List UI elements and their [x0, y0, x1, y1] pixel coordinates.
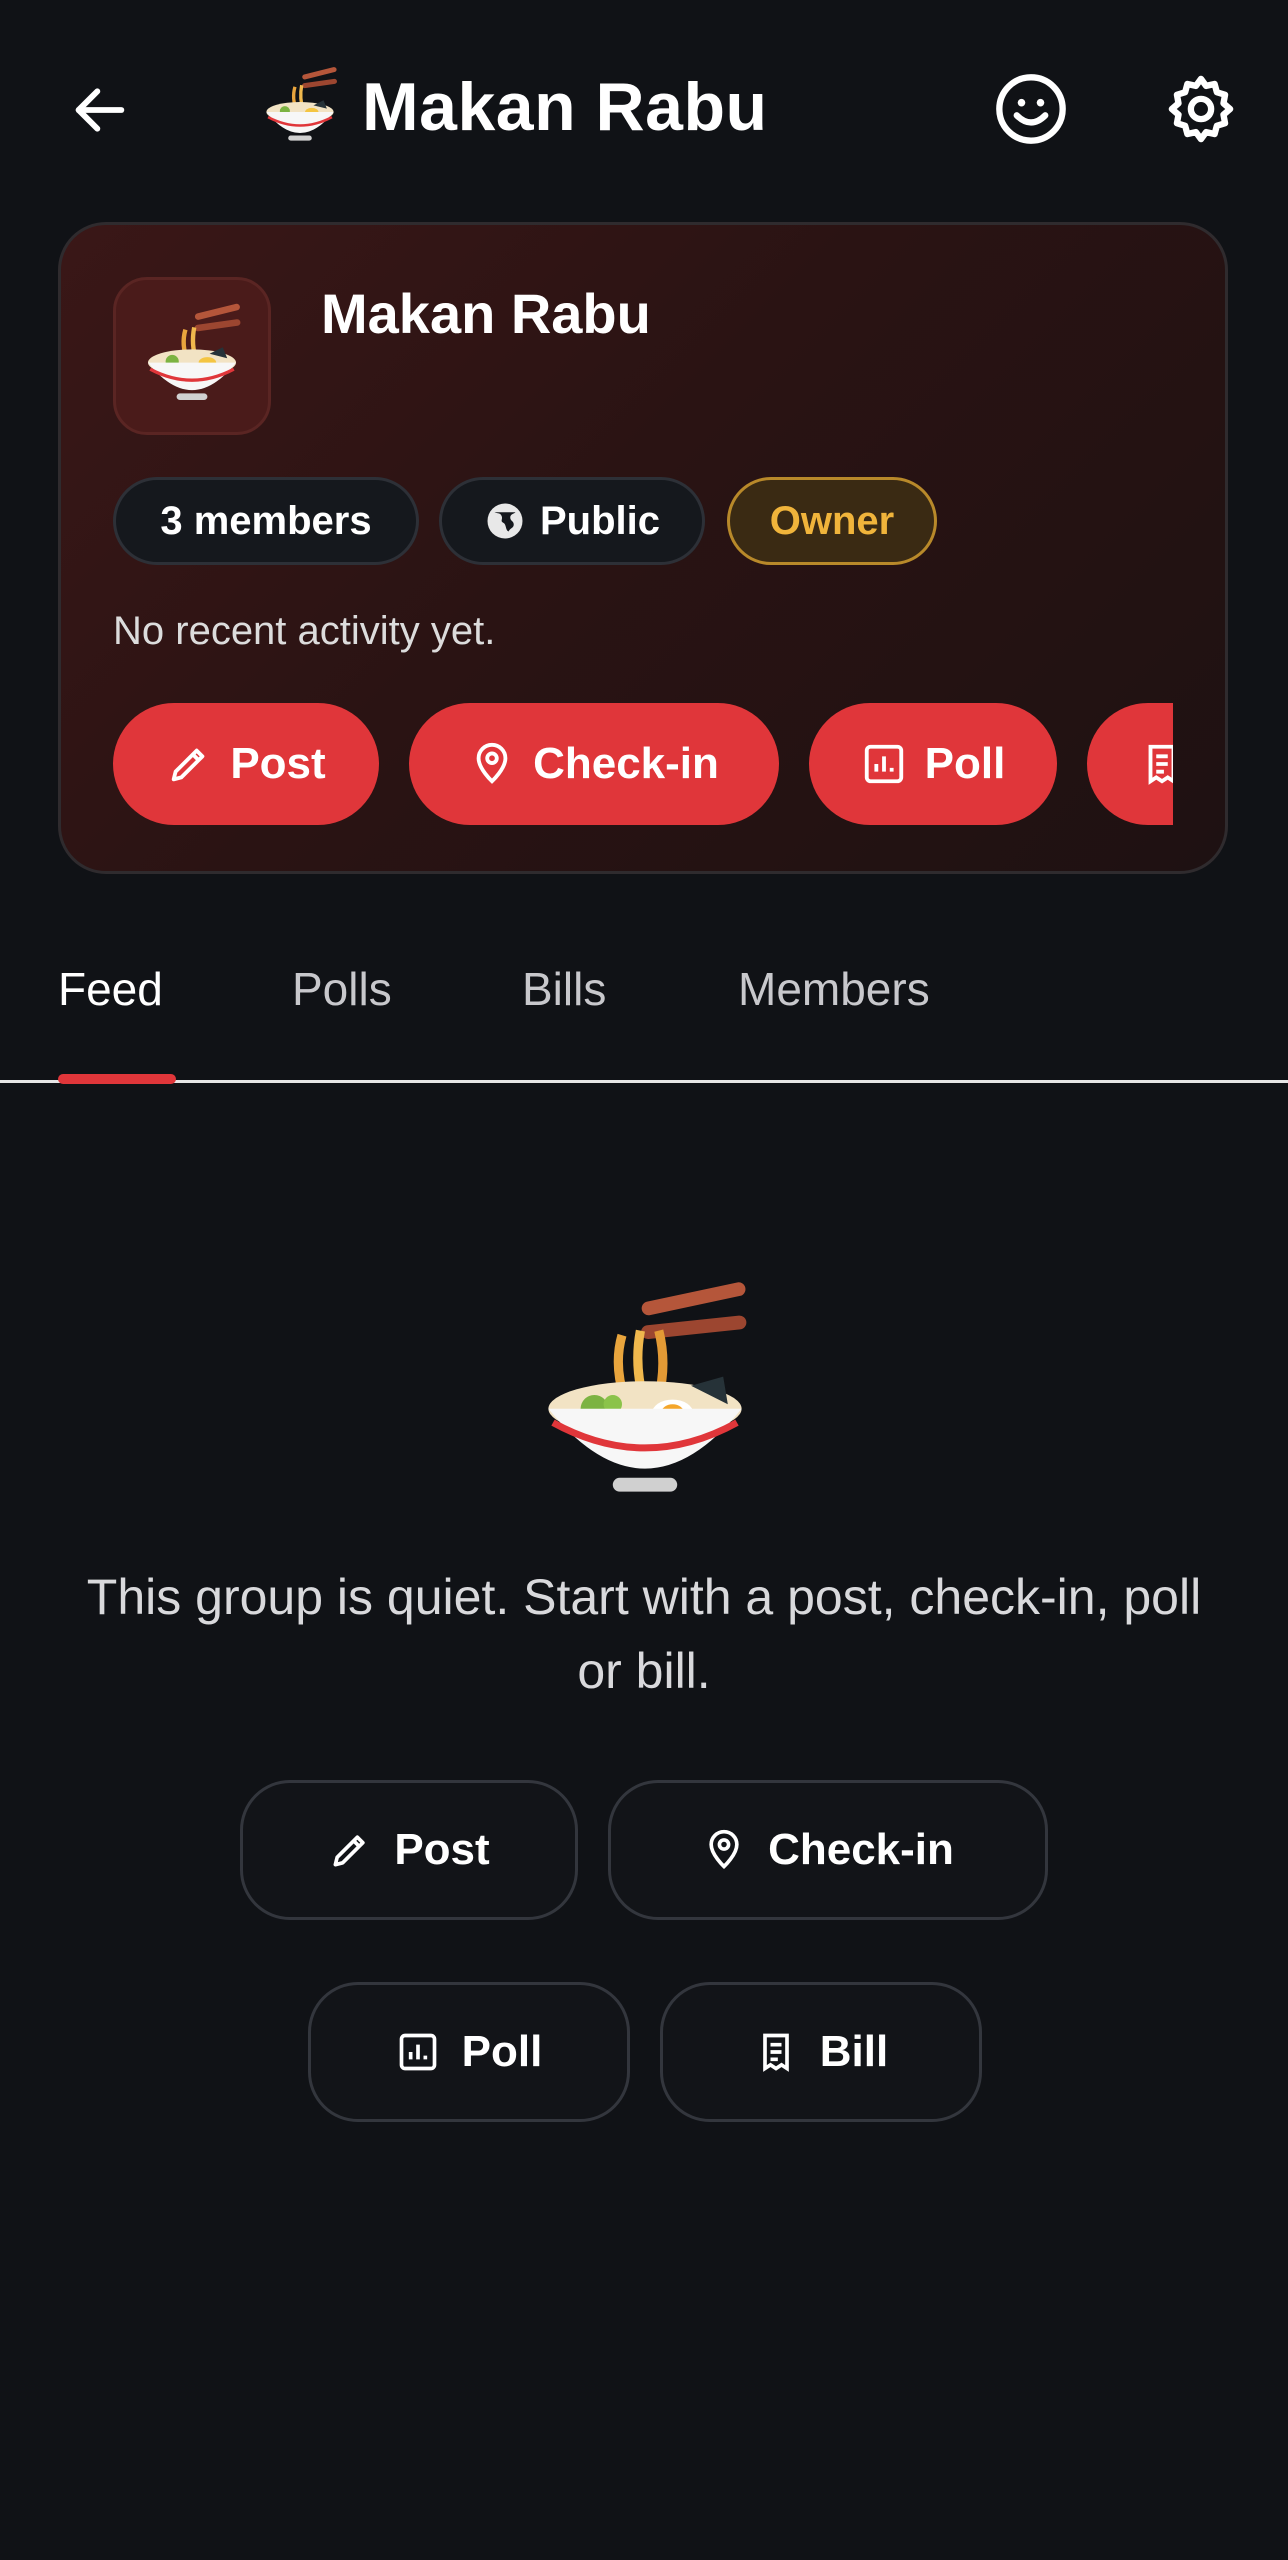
group-name: Makan Rabu — [321, 282, 651, 345]
ramen-bowl-icon — [266, 67, 337, 141]
owner-role-badge: Owner — [727, 477, 937, 565]
tab-feed[interactable]: Feed — [58, 962, 163, 1016]
checkin-action-label: Check-in — [533, 739, 719, 788]
location-pin-icon — [709, 1829, 739, 1870]
quick-actions-row[interactable]: Post Check-in Poll — [113, 703, 1173, 827]
members-count-label: 3 members — [160, 498, 372, 543]
bill-action-button[interactable] — [1087, 703, 1173, 825]
tab-polls[interactable]: Polls — [292, 962, 392, 1016]
globe-icon — [487, 503, 523, 539]
checkin-action-button[interactable]: Check-in — [409, 703, 779, 825]
empty-post-label: Post — [394, 1825, 490, 1874]
back-button[interactable] — [60, 70, 140, 150]
empty-poll-label: Poll — [461, 2027, 543, 2076]
empty-state-message: This group is quiet. Start with a post, … — [86, 1569, 1202, 1699]
empty-poll-button[interactable]: Poll — [308, 1982, 630, 2122]
group-avatar — [113, 277, 271, 435]
page-title: Makan Rabu — [258, 62, 768, 152]
tab-members[interactable]: Members — [738, 962, 930, 1016]
page-title-text: Makan Rabu — [362, 69, 768, 145]
active-tab-indicator — [58, 1074, 176, 1084]
poll-action-button[interactable]: Poll — [809, 703, 1057, 825]
pencil-icon — [333, 1835, 365, 1867]
gear-icon — [1168, 75, 1234, 143]
back-arrow-icon — [75, 88, 125, 132]
ramen-bowl-icon — [148, 303, 241, 400]
empty-checkin-label: Check-in — [768, 1825, 954, 1874]
smiley-icon — [996, 74, 1066, 144]
empty-post-button[interactable]: Post — [240, 1780, 578, 1920]
poll-chart-icon — [399, 2033, 436, 2071]
recent-activity-text: No recent activity yet. — [113, 609, 496, 653]
poll-chart-icon — [864, 744, 903, 784]
visibility-chip[interactable]: Public — [439, 477, 705, 565]
empty-bill-button[interactable]: Bill — [660, 1982, 982, 2122]
group-header-card: Makan Rabu 3 members Public Owner No rec… — [58, 222, 1228, 874]
ramen-bowl-illustration — [548, 1282, 747, 1492]
tab-divider — [0, 1080, 1288, 1083]
tab-bills[interactable]: Bills — [522, 962, 606, 1016]
reactions-button[interactable] — [990, 68, 1072, 150]
post-action-label: Post — [230, 739, 326, 788]
empty-checkin-button[interactable]: Check-in — [608, 1780, 1048, 1920]
pencil-icon — [172, 748, 205, 782]
poll-action-label: Poll — [924, 739, 1006, 788]
post-action-button[interactable]: Post — [113, 703, 379, 825]
owner-role-label: Owner — [769, 498, 895, 543]
location-pin-icon — [476, 742, 508, 784]
visibility-label: Public — [539, 498, 661, 543]
empty-bill-label: Bill — [819, 2027, 889, 2076]
receipt-icon — [1148, 744, 1173, 785]
settings-button[interactable] — [1160, 68, 1242, 150]
members-count-chip[interactable]: 3 members — [113, 477, 419, 565]
receipt-icon — [762, 2033, 789, 2072]
